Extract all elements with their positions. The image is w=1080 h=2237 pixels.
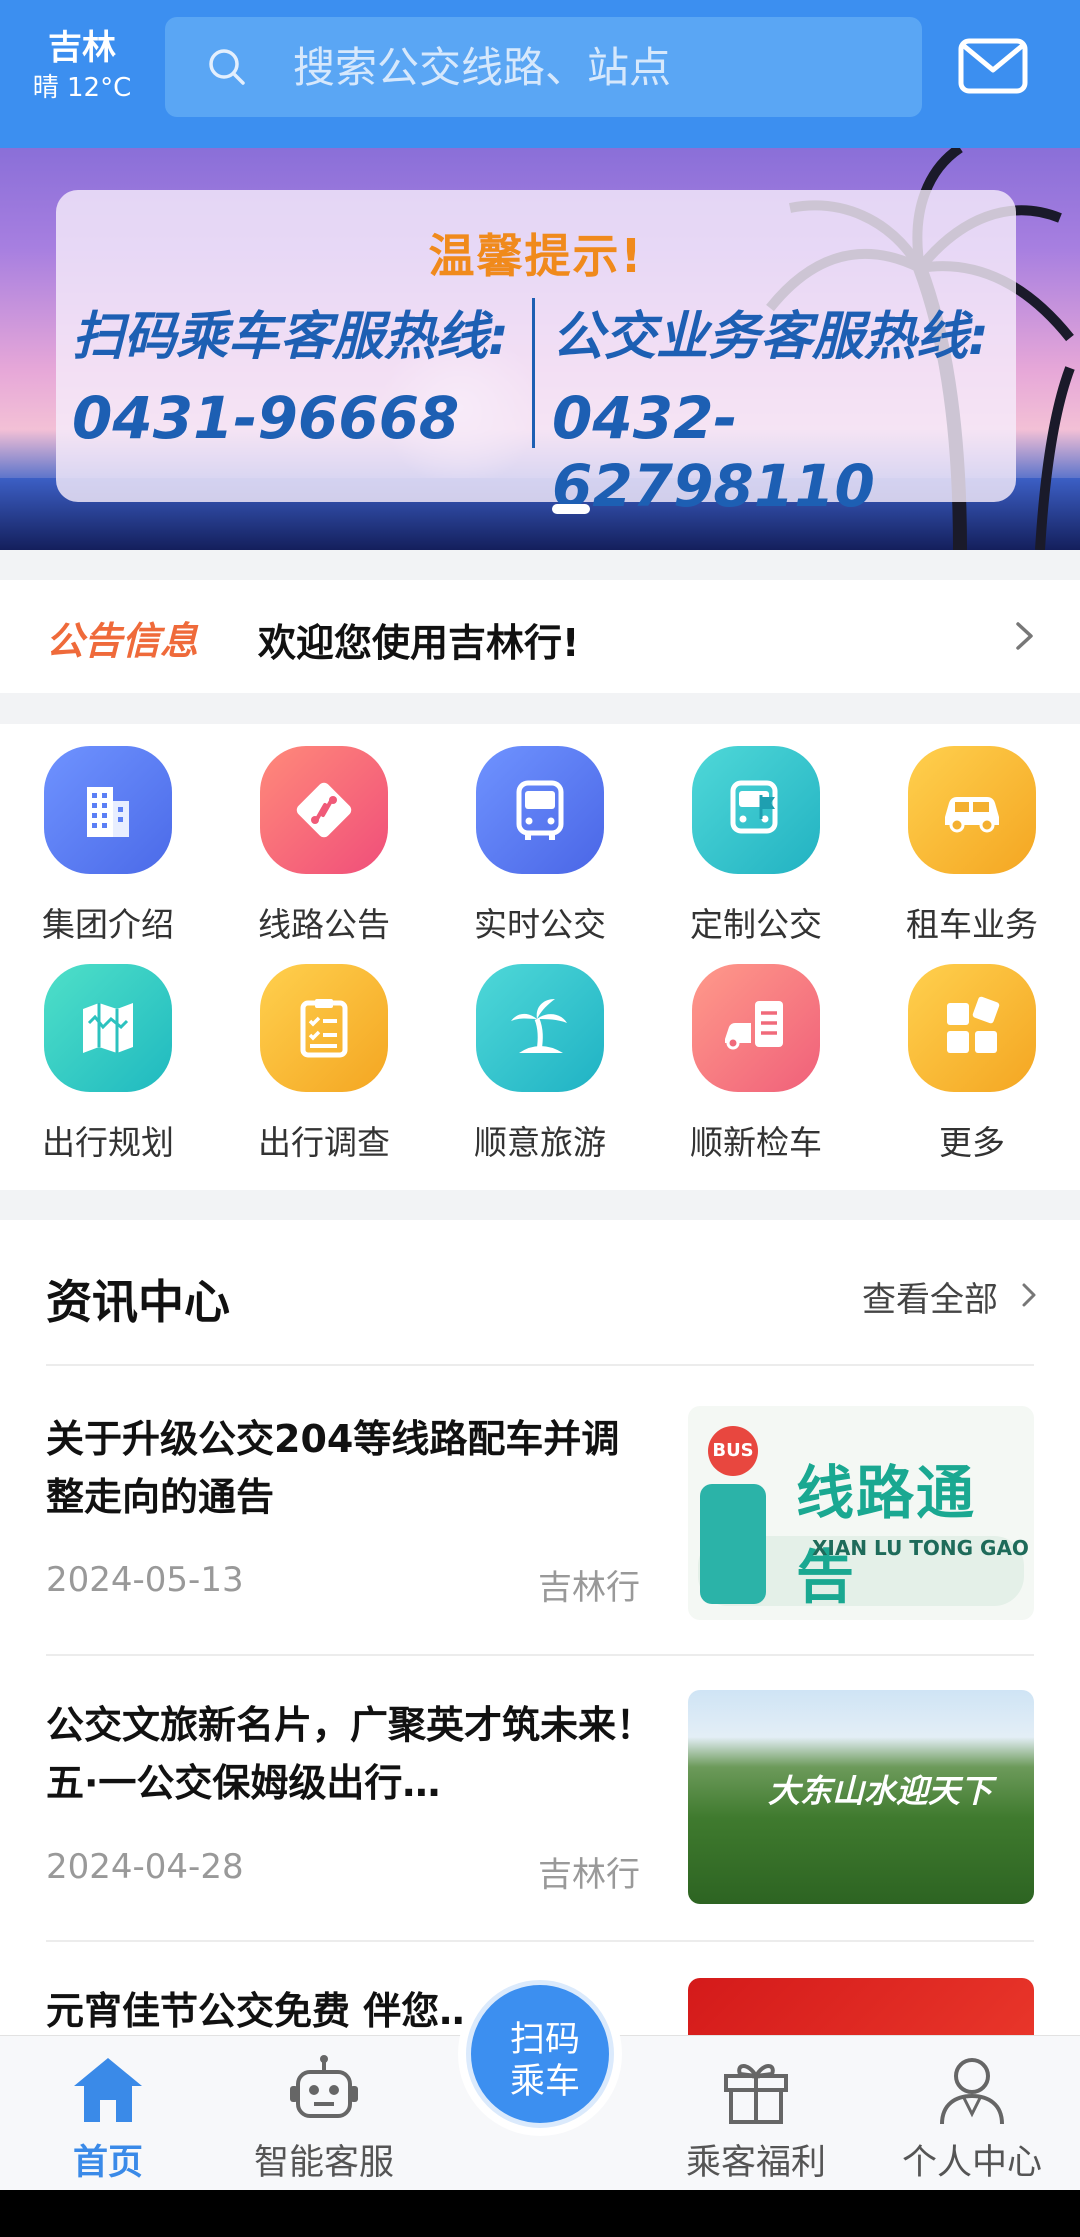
hotline-left-label: 扫码乘车客服热线: (72, 307, 509, 367)
service-label: 实时公交 (474, 905, 606, 944)
nav-label: 乘客福利 (685, 2143, 826, 2183)
service-label: 顺意旅游 (474, 1123, 606, 1162)
bus-badge: BUS (708, 1426, 758, 1476)
news-thumbnail[interactable]: BUS 线路通告 XIAN LU TONG GAO (688, 1406, 1034, 1620)
nav-home[interactable]: 首页 (0, 2036, 216, 2191)
weather-text: 晴 12°C (32, 73, 132, 103)
top-bar: 吉林 晴 12°C (0, 0, 1080, 148)
nav-label: 个人中心 (901, 2143, 1042, 2183)
notice-divider (532, 298, 535, 448)
news-item-title[interactable]: 关于升级公交204等线路配车并调整走向的通告 (46, 1410, 656, 1526)
announcement-tag: 公告信息 (46, 619, 199, 663)
home-icon (74, 2058, 142, 2122)
service-item-group-intro[interactable]: 集团介绍 (0, 724, 216, 944)
robot-icon (290, 2055, 358, 2118)
service-item-travel[interactable]: 顺意旅游 (432, 942, 648, 1162)
map-icon (44, 964, 172, 1092)
clipboard-icon (260, 964, 388, 1092)
building-icon (44, 746, 172, 874)
divider (46, 1364, 1034, 1366)
bus-icon (700, 1484, 766, 1604)
announcement-message: 欢迎您使用吉林行! (258, 621, 580, 665)
news-item-source: 吉林行 (538, 1855, 640, 1895)
palm-tree-icon (476, 964, 604, 1092)
announcement-bar[interactable]: 公告信息 欢迎您使用吉林行! (0, 580, 1080, 693)
service-item-car-rental[interactable]: 租车业务 (864, 724, 1080, 944)
thumb-caption: 大东山水迎天下 (768, 1772, 993, 1810)
car-icon (908, 746, 1036, 874)
notice-title: 温馨提示! (428, 229, 644, 283)
service-label: 线路公告 (258, 905, 390, 944)
thumb-title: 线路通告 (796, 1459, 977, 1611)
news-item-date: 2024-04-28 (46, 1847, 244, 1887)
route-icon (260, 746, 388, 874)
chevron-right-icon (1016, 622, 1033, 650)
thumb-subtitle: XIAN LU TONG GAO (812, 1536, 1029, 1560)
carousel-indicator (552, 504, 590, 514)
service-item-vehicle-inspection[interactable]: 顺新检车 (648, 942, 864, 1162)
news-thumbnail[interactable]: 大东山水迎天下 (688, 1690, 1034, 1904)
search-input[interactable] (293, 17, 893, 117)
bus-icon (476, 746, 604, 874)
service-grid: 集团介绍 线路公告 实时公交 定制公交 租车业务 出行规划 出行调查 顺意旅游 … (0, 724, 1080, 1190)
service-label: 顺新检车 (690, 1123, 822, 1162)
city-name: 吉林 (48, 28, 116, 68)
chevron-right-icon (1022, 1283, 1036, 1307)
divider (46, 1654, 1034, 1656)
search-icon (209, 49, 245, 85)
hotline-left-number: 0431-96668 (72, 384, 460, 452)
notice-card: 温馨提示! 扫码乘车客服热线: 公交业务客服热线: 0431-96668 043… (56, 190, 1016, 520)
service-label: 定制公交 (690, 905, 822, 944)
nav-label: 首页 (72, 2143, 143, 2183)
search-bar[interactable] (165, 17, 922, 117)
service-item-realtime-bus[interactable]: 实时公交 (432, 724, 648, 944)
nav-passenger-benefits[interactable]: 乘客福利 (648, 2036, 864, 2191)
app-screen: 吉林 晴 12°C 温馨提示! 扫码乘车 (0, 0, 1080, 2237)
user-icon (940, 2058, 1004, 2125)
custom-bus-icon (692, 746, 820, 874)
service-item-more[interactable]: 更多 (864, 942, 1080, 1162)
location-weather[interactable]: 吉林 晴 12°C (22, 26, 142, 106)
nav-smart-service[interactable]: 智能客服 (216, 2036, 432, 2191)
more-grid-icon (908, 964, 1036, 1092)
news-section-title: 资讯中心 (46, 1275, 230, 1329)
car-inspection-icon (692, 964, 820, 1092)
scan-ride-circle: 扫码 乘车 (466, 1980, 614, 2128)
promo-banner[interactable]: 温馨提示! 扫码乘车客服热线: 公交业务客服热线: 0431-96668 043… (0, 148, 1080, 550)
service-item-trip-survey[interactable]: 出行调查 (216, 942, 432, 1162)
nav-label: 智能客服 (253, 2143, 394, 2183)
nav-profile[interactable]: 个人中心 (864, 2036, 1080, 2191)
news-item-source: 吉林行 (538, 1568, 640, 1608)
news-item-date: 2024-05-13 (46, 1560, 244, 1600)
news-item-title[interactable]: 公交文旅新名片，广聚英才筑未来！ 五·一公交保姆级出行… (46, 1696, 656, 1812)
scan-label-line2: 乘车 (509, 2062, 580, 2102)
system-nav-bar (0, 2190, 1080, 2237)
service-label: 租车业务 (906, 905, 1038, 944)
hotline-right-number: 0432-62798110 (552, 384, 875, 520)
gift-icon (724, 2064, 788, 2124)
service-label: 出行调查 (258, 1123, 390, 1162)
service-item-custom-bus[interactable]: 定制公交 (648, 724, 864, 944)
service-label: 出行规划 (42, 1123, 174, 1162)
view-all-link[interactable]: 查看全部 (862, 1272, 998, 1321)
mail-icon[interactable] (958, 38, 1028, 94)
service-item-trip-planning[interactable]: 出行规划 (0, 942, 216, 1162)
service-label: 更多 (939, 1123, 1005, 1162)
hotline-right-label: 公交业务客服热线: (552, 307, 989, 367)
service-label: 集团介绍 (42, 905, 174, 944)
service-item-route-notice[interactable]: 线路公告 (216, 724, 432, 944)
divider (46, 1940, 1034, 1942)
scan-ride-button[interactable]: 扫码 乘车 (458, 1972, 622, 2136)
